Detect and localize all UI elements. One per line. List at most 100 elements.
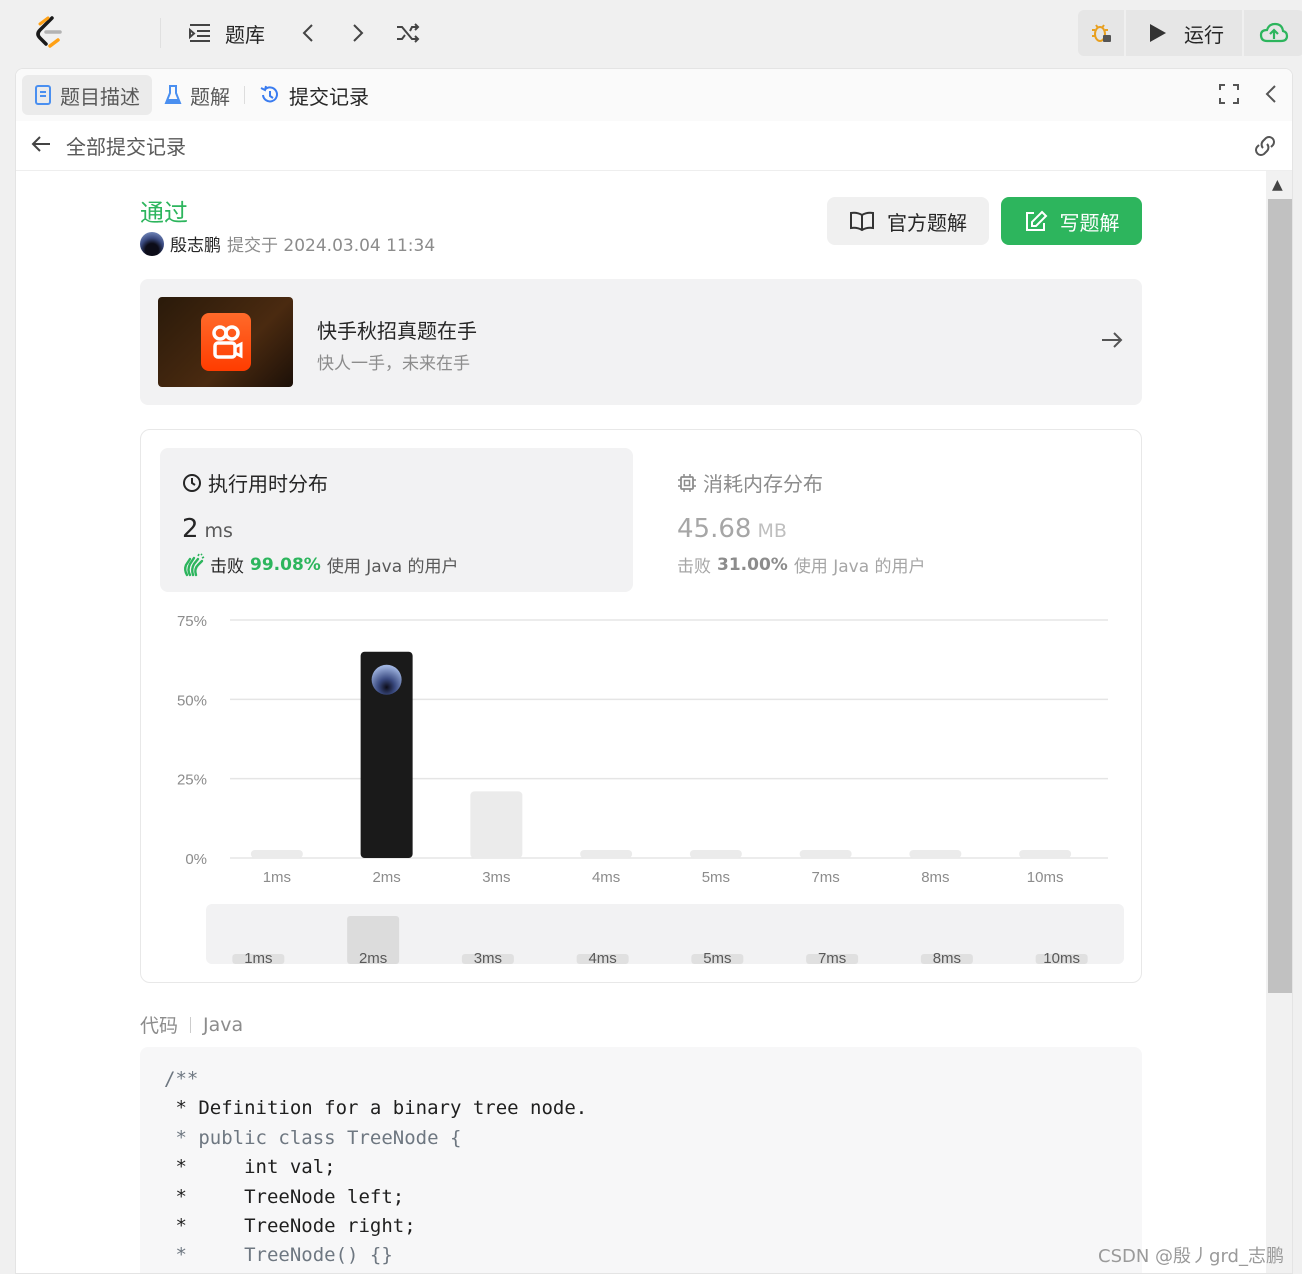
shuffle-icon[interactable] xyxy=(395,20,421,46)
window-edge xyxy=(1294,68,1302,1274)
cloud-upload-icon xyxy=(1259,22,1289,43)
tab-solutions-label: 题解 xyxy=(190,84,230,109)
all-submissions-link[interactable]: 全部提交记录 xyxy=(66,131,186,160)
runtime-beat-pct: 99.08% xyxy=(250,554,321,575)
scroll-up-icon[interactable]: ▲ xyxy=(1272,177,1283,193)
y-tick-label: 0% xyxy=(185,851,207,868)
official-solution-button[interactable]: 官方题解 xyxy=(827,197,989,245)
x-tick-label: 8ms xyxy=(921,869,949,886)
code-line: * TreeNode right; xyxy=(164,1215,416,1238)
document-icon xyxy=(34,84,52,106)
runtime-unit: ms xyxy=(204,520,233,542)
brush-tick-label: 7ms xyxy=(818,950,846,964)
link-icon[interactable] xyxy=(1252,135,1278,161)
memory-title-text: 消耗内存分布 xyxy=(703,472,823,496)
submit-button[interactable] xyxy=(1244,10,1302,56)
memory-card[interactable]: 消耗内存分布 45.68 MB 击败 31.00% 使用 Java 的用户 xyxy=(655,448,1115,592)
run-label: 运行 xyxy=(1184,22,1224,47)
panel-tabs: 题目描述 题解 提交记录 xyxy=(16,69,1292,121)
y-tick-label: 25% xyxy=(177,772,207,789)
runtime-beat: 击败 99.08% 使用 Java 的用户 xyxy=(182,552,459,577)
edit-icon xyxy=(1024,210,1048,232)
book-icon xyxy=(849,210,875,232)
back-arrow-icon[interactable] xyxy=(30,134,52,158)
chart-range-brush[interactable]: 1ms 2ms 3ms 4ms 5ms 7ms 8ms 10ms xyxy=(206,904,1124,964)
memory-title: 消耗内存分布 xyxy=(677,468,823,497)
play-icon xyxy=(1150,24,1166,42)
promo-subtitle: 快人一手，未来在手 xyxy=(317,354,470,374)
submission-subheader: 全部提交记录 xyxy=(16,121,1292,171)
submission-panel: 题目描述 题解 提交记录 全部提交记录 ▲ 通过 殷志鹏 提交于 2024.03… xyxy=(15,68,1293,1274)
code-block[interactable]: /** * Definition for a binary tree node.… xyxy=(140,1047,1142,1273)
brush-tick-label: 10ms xyxy=(1043,950,1080,964)
code-line: * TreeNode left; xyxy=(164,1185,405,1208)
list-icon[interactable] xyxy=(187,20,213,46)
runtime-number: 2 xyxy=(182,514,199,544)
runtime-card[interactable]: 执行用时分布 2 ms 击败 99.08% 使用 Java 的用户 xyxy=(160,448,633,592)
bar-4ms xyxy=(580,850,633,858)
runtime-distribution-chart: 0% 25% 50% 75% 1ms 2ms 3ms 4ms 5ms 7ms 8ms 10ms xyxy=(177,613,1108,886)
history-icon xyxy=(259,84,281,106)
clap-icon xyxy=(182,552,206,577)
bar-10ms xyxy=(1019,850,1072,858)
bar-5ms xyxy=(689,850,742,858)
arrow-right-icon[interactable] xyxy=(1100,329,1124,355)
bar-avatar xyxy=(371,664,402,695)
official-solution-label: 官方题解 xyxy=(887,210,967,235)
tab-description-label: 题目描述 xyxy=(60,84,140,109)
code-label: 代码 xyxy=(140,1015,179,1037)
run-button[interactable]: 运行 xyxy=(1126,10,1242,56)
chevron-right-icon[interactable] xyxy=(345,20,371,46)
x-tick-label: 1ms xyxy=(263,869,291,886)
y-tick-label: 75% xyxy=(177,613,207,630)
runtime-beat-prefix: 击败 xyxy=(210,557,244,577)
code-line: * Definition for a binary tree node. xyxy=(164,1097,588,1120)
tab-submissions-label: 提交记录 xyxy=(289,84,369,109)
brush-tick-label: 2ms xyxy=(359,950,387,964)
tab-description[interactable]: 题目描述 xyxy=(22,75,152,115)
promo-title: 快手秋招真题在手 xyxy=(317,319,477,343)
collapse-icon[interactable] xyxy=(1264,83,1278,109)
avatar[interactable] xyxy=(140,231,164,256)
vertical-scrollbar[interactable]: ▲ xyxy=(1266,171,1292,1273)
x-tick-label: 3ms xyxy=(482,869,510,886)
code-header: 代码 Java xyxy=(140,1011,243,1038)
memory-value: 45.68 MB xyxy=(677,514,787,544)
submission-meta: 殷志鹏 提交于 2024.03.04 11:34 xyxy=(140,231,435,256)
brush-tick-label: 1ms xyxy=(244,950,272,964)
brush-tick-label: 5ms xyxy=(703,950,731,964)
x-tick-label: 5ms xyxy=(702,869,730,886)
debug-icon xyxy=(1092,24,1111,42)
code-header-divider xyxy=(190,1016,192,1033)
code-line: * public class TreeNode { xyxy=(164,1126,462,1149)
code-line: * int val; xyxy=(164,1156,336,1179)
tab-divider xyxy=(244,86,245,104)
write-solution-button[interactable]: 写题解 xyxy=(1001,197,1142,245)
scrollbar-thumb[interactable] xyxy=(1268,199,1292,993)
bar-3ms xyxy=(470,791,523,858)
tab-solutions[interactable]: 题解 xyxy=(152,75,242,115)
brush-overview[interactable]: 1ms 2ms 3ms 4ms 5ms 7ms 8ms 10ms xyxy=(206,904,1124,964)
debug-button[interactable] xyxy=(1078,10,1124,56)
top-bar: 题库 运行 xyxy=(0,0,1302,66)
promo-banner[interactable]: 快手秋招真题在手 快人一手，未来在手 xyxy=(140,279,1142,405)
watermark: CSDN @殷丿grd_志鹏 xyxy=(1098,1246,1284,1267)
user-name[interactable]: 殷志鹏 xyxy=(170,231,221,256)
problem-nav: 题库 xyxy=(160,18,421,48)
brush-tick-label: 3ms xyxy=(474,950,502,964)
leetcode-logo-icon[interactable] xyxy=(28,12,68,52)
fullscreen-icon[interactable] xyxy=(1218,83,1240,109)
status-accepted: 通过 xyxy=(140,199,188,227)
kuaishou-logo-icon xyxy=(201,313,251,371)
bar-7ms xyxy=(799,850,852,858)
problems-label[interactable]: 题库 xyxy=(225,19,265,48)
chevron-left-icon[interactable] xyxy=(295,20,321,46)
write-solution-label: 写题解 xyxy=(1059,210,1120,235)
code-line: * TreeNode() {} xyxy=(164,1244,393,1267)
memory-unit: MB xyxy=(757,520,787,542)
x-tick-label: 4ms xyxy=(592,869,620,886)
memory-beat-pct: 31.00% xyxy=(717,554,788,575)
flask-icon xyxy=(164,84,182,106)
tab-submissions[interactable]: 提交记录 xyxy=(247,75,381,115)
clock-icon xyxy=(182,473,202,493)
